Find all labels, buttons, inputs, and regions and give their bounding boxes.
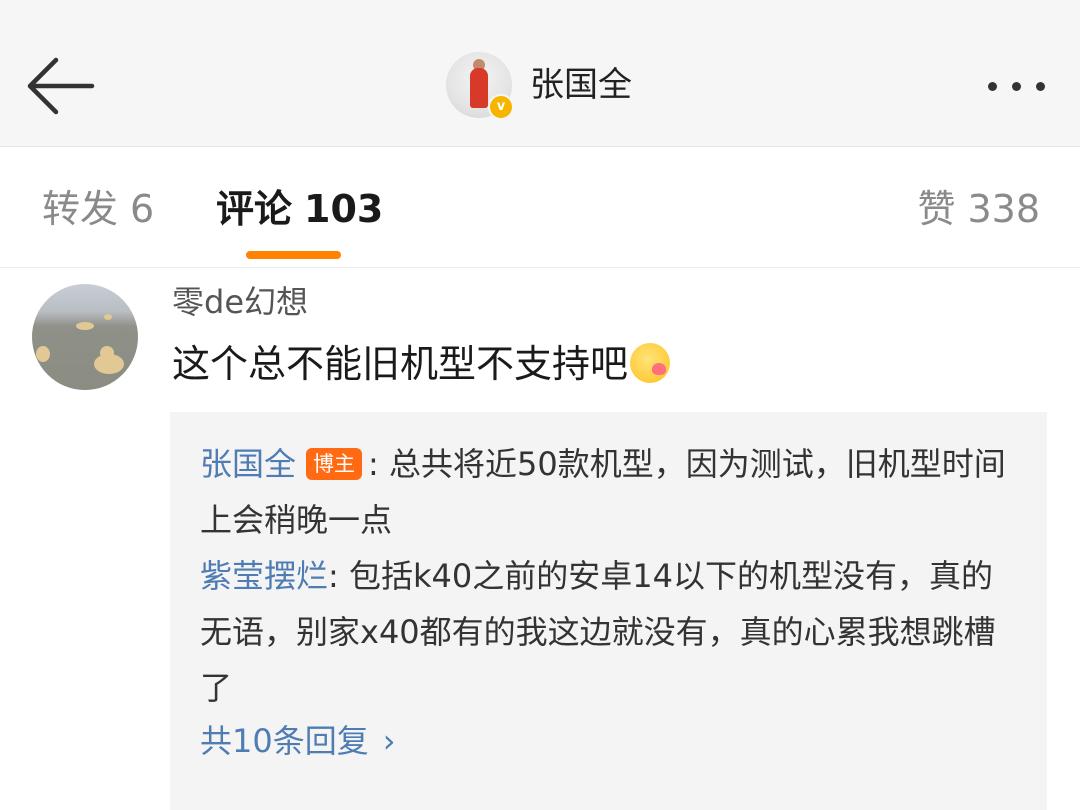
replies-box: 张国全 博主: 总共将近50款机型，因为测试，旧机型时间上会稍晚一点 紫莹摆烂: …: [170, 412, 1047, 810]
tab-reposts-label: 转发: [42, 187, 119, 231]
commenter-name[interactable]: 零de幻想: [172, 280, 308, 324]
view-all-replies-label: 共10条回复: [200, 722, 369, 760]
page-title[interactable]: 张国全: [530, 62, 632, 108]
more-horizontal-icon: [988, 82, 997, 91]
tab-reposts[interactable]: 转发 6: [42, 183, 154, 235]
back-button[interactable]: [22, 50, 102, 122]
top-bar: v 张国全: [0, 0, 1080, 147]
arrow-left-icon: [27, 57, 95, 115]
blushing-face-emoji: [630, 343, 671, 383]
reply-item[interactable]: 张国全 博主: 总共将近50款机型，因为测试，旧机型时间上会稍晚一点: [200, 436, 1020, 548]
active-tab-indicator: [246, 251, 341, 259]
commenter-avatar[interactable]: [32, 284, 138, 390]
reply-author[interactable]: 张国全: [200, 445, 296, 483]
chevron-right-icon: ›: [382, 722, 396, 760]
comment-body: 这个总不能旧机型不支持吧: [172, 338, 671, 390]
tab-likes[interactable]: 赞 338: [917, 183, 1040, 235]
author-badge: 博主: [306, 448, 363, 480]
more-button[interactable]: [984, 70, 1056, 102]
reply-item[interactable]: 紫莹摆烂: 包括k40之前的安卓14以下的机型没有，真的无语，别家x40都有的我…: [200, 548, 1020, 716]
tab-comments[interactable]: 评论 103: [216, 183, 383, 235]
author-avatar[interactable]: v: [446, 52, 514, 120]
tab-reposts-count: 6: [130, 187, 155, 231]
view-all-replies-link[interactable]: 共10条回复 ›: [200, 718, 396, 764]
comment-text: 这个总不能旧机型不支持吧: [172, 342, 629, 386]
tab-bar: 转发 6 评论 103 赞 338: [0, 147, 1080, 268]
tab-likes-label: 赞: [917, 187, 956, 231]
tab-comments-label: 评论: [216, 187, 293, 231]
verified-badge-icon: v: [488, 94, 514, 120]
tab-likes-count: 338: [967, 187, 1040, 231]
tab-comments-count: 103: [304, 187, 384, 231]
reply-author[interactable]: 紫莹摆烂: [200, 557, 328, 595]
